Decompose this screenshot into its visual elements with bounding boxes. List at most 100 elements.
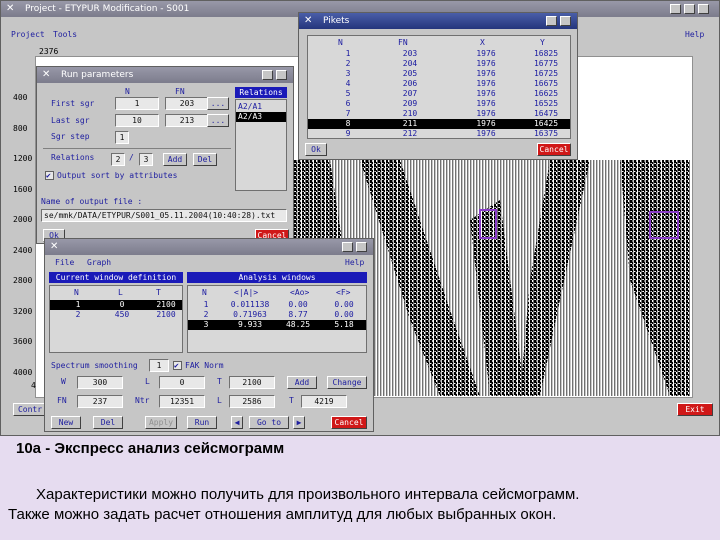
piket-cell: 1976	[476, 89, 496, 98]
analysis-menu-help[interactable]: Help	[345, 258, 364, 267]
pikets-cancel-button[interactable]: Cancel	[537, 143, 571, 156]
analysis-cancel-button[interactable]: Cancel	[331, 416, 367, 429]
analysis-title-bar[interactable]: ✕	[45, 239, 373, 255]
pikets-header: N FN X Y	[308, 38, 570, 48]
fak-norm-label: FAK Norm	[185, 361, 224, 370]
output-file-label: Name of output file :	[41, 197, 143, 206]
goto-button[interactable]: Go to	[249, 416, 289, 429]
cwd-row[interactable]: 1 0 2100	[50, 300, 182, 310]
piket-cell: 209	[402, 99, 418, 108]
t2-field[interactable]: 4219	[301, 395, 347, 408]
last-fn-field[interactable]: 213	[165, 114, 209, 127]
pikets-ok-button[interactable]: Ok	[305, 143, 327, 156]
relation-a-field[interactable]: 2	[111, 153, 125, 166]
caption-line-1: Характеристики можно получить для произв…	[36, 486, 580, 503]
first-fn-field[interactable]: 203	[165, 97, 209, 110]
maximize-icon[interactable]	[546, 16, 557, 26]
piket-cell: 1976	[476, 99, 496, 108]
output-file-field[interactable]: se/mmk/DATA/ETYPUR/S001_05.11.2004(10:40…	[41, 209, 287, 222]
relation-add-button[interactable]: Add	[163, 153, 187, 166]
minimize-icon[interactable]	[262, 70, 273, 80]
caption-heading: 10a - Экспресс анализ сейсмограмм	[16, 440, 285, 457]
piket-row[interactable]: 1 203 1976 16825	[308, 49, 570, 59]
new-button[interactable]: New	[51, 416, 81, 429]
aw-row[interactable]: 2 0.71963 8.77 0.00	[188, 310, 366, 320]
piket-row[interactable]: 8 211 1976 16425	[308, 119, 570, 129]
aw-cell: 1	[203, 300, 209, 309]
del-button[interactable]: Del	[93, 416, 123, 429]
pikets-window: ✕ Pikets N FN X Y 1 203 1976 16825 2 204 1976 16775…	[298, 12, 578, 160]
run-parameters-window: ✕ Run parameters N FN First sgr 1 203 ...…	[36, 66, 294, 244]
piket-row[interactable]: 9 212 1976 16375	[308, 129, 570, 139]
piket-row[interactable]: 7 210 1976 16475	[308, 109, 570, 119]
aw-row[interactable]: 1 0.011138 0.00 0.00	[188, 300, 366, 310]
cwd-col-l: L	[118, 288, 123, 297]
fn-field[interactable]: 237	[77, 395, 123, 408]
piket-cell: 5	[345, 89, 351, 98]
run-button[interactable]: Run	[187, 416, 217, 429]
analysis-menu-file[interactable]: File	[55, 258, 74, 267]
window-change-button[interactable]: Change	[327, 376, 367, 389]
exit-button[interactable]: Exit	[677, 403, 713, 416]
piket-cell: 2	[345, 59, 351, 68]
piket-cell: 9	[345, 129, 351, 138]
w-field[interactable]: 300	[77, 376, 123, 389]
aw-cell: 48.25	[285, 320, 311, 329]
close-icon[interactable]	[698, 4, 709, 14]
cwd-row[interactable]: 2 450 2100	[50, 310, 182, 320]
menu-project[interactable]: Project	[11, 30, 45, 39]
menu-help[interactable]: Help	[685, 30, 704, 39]
run-title-bar[interactable]: ✕ Run parameters	[37, 67, 293, 83]
t-field[interactable]: 2100	[229, 376, 275, 389]
close-icon[interactable]	[560, 16, 571, 26]
last-n-field[interactable]: 10	[115, 114, 159, 127]
piket-cell: 1976	[476, 69, 496, 78]
control-button[interactable]: Contr	[13, 403, 47, 416]
sgr-step-field[interactable]: 1	[115, 131, 129, 144]
output-sort-checkbox[interactable]: ✔	[45, 171, 54, 180]
piket-cell: 16825	[533, 49, 559, 58]
first-n-field[interactable]: 1	[115, 97, 159, 110]
analysis-menu-graph[interactable]: Graph	[87, 258, 111, 267]
piket-row[interactable]: 3 205 1976 16725	[308, 69, 570, 79]
relation-b-field[interactable]: 3	[139, 153, 153, 166]
pikets-title-bar[interactable]: ✕ Pikets	[299, 13, 577, 29]
piket-cell: 1976	[476, 109, 496, 118]
last-more-button[interactable]: ...	[207, 114, 229, 127]
l-field[interactable]: 0	[159, 376, 205, 389]
relation-item[interactable]: A2/A3	[236, 112, 286, 122]
piket-row[interactable]: 6 209 1976 16525	[308, 99, 570, 109]
minimize-icon[interactable]	[342, 242, 353, 252]
l2-field[interactable]: 2586	[229, 395, 275, 408]
apply-button[interactable]: Apply	[145, 416, 177, 429]
window-add-button[interactable]: Add	[287, 376, 317, 389]
current-window-header: Current window definition	[49, 272, 183, 283]
piket-row[interactable]: 5 207 1976 16625	[308, 89, 570, 99]
piket-row[interactable]: 2 204 1976 16775	[308, 59, 570, 69]
aw-cell: 0.00	[288, 300, 308, 309]
col-x: X	[480, 38, 485, 47]
menu-tools[interactable]: Tools	[53, 30, 77, 39]
close-icon[interactable]	[356, 242, 367, 252]
relations-list[interactable]: A2/A1 A2/A3	[235, 99, 287, 191]
depth-tick-label: 1200	[13, 154, 33, 163]
piket-cell: 203	[402, 49, 418, 58]
goto-prev-icon[interactable]: ◀	[231, 416, 243, 429]
first-more-button[interactable]: ...	[207, 97, 229, 110]
analysis-windows-list[interactable]: N <|A|> <Ao> <F> 1 0.011138 0.00 0.00 2 0.71963 8…	[187, 285, 367, 353]
maximize-icon[interactable]	[684, 4, 695, 14]
ntr-field[interactable]: 12351	[159, 395, 205, 408]
smoothing-field[interactable]: 1	[149, 359, 169, 372]
main-title: Project - ETYPUR Modification - S001	[25, 4, 190, 14]
close-icon[interactable]	[276, 70, 287, 80]
minimize-icon[interactable]	[670, 4, 681, 14]
relation-del-button[interactable]: Del	[193, 153, 217, 166]
aw-row[interactable]: 3 9.933 48.25 5.18	[188, 320, 366, 330]
pikets-list[interactable]: N FN X Y 1 203 1976 16825 2 204 1976 16775 3 205 1976…	[307, 35, 571, 139]
fak-norm-checkbox[interactable]: ✔	[173, 361, 182, 370]
relation-item[interactable]: A2/A1	[236, 102, 286, 112]
aw-cell: 5.18	[334, 320, 354, 329]
piket-row[interactable]: 4 206 1976 16675	[308, 79, 570, 89]
current-window-list[interactable]: N L T 1 0 2100 2 450 2100	[49, 285, 183, 353]
goto-next-icon[interactable]: ▶	[293, 416, 305, 429]
